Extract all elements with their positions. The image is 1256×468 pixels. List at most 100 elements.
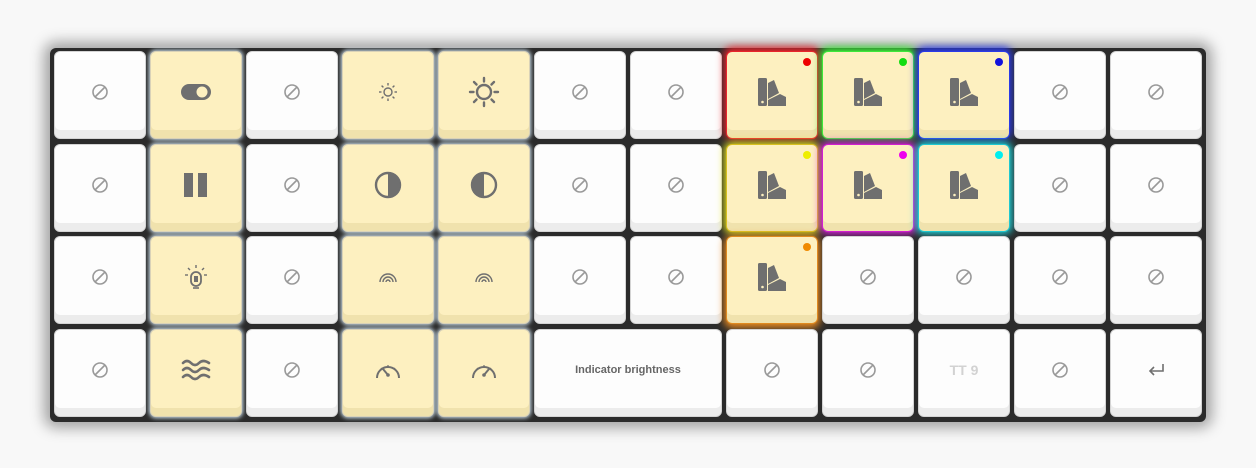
speedometer-icon [470, 360, 498, 386]
key-r1-c7[interactable] [726, 144, 818, 232]
no-action-icon [1147, 268, 1165, 292]
rainbow-icon [474, 271, 494, 289]
no-action-icon [91, 268, 109, 292]
no-action-icon [667, 268, 685, 292]
key-r2-c8[interactable] [822, 236, 914, 324]
key-r0-c4[interactable] [438, 51, 530, 139]
brightness-down-icon [378, 82, 398, 108]
no-action-icon [283, 176, 301, 200]
key-r3-c8[interactable] [822, 329, 914, 417]
no-action-icon [1147, 176, 1165, 200]
indicator-brightness-label: Indicator brightness [575, 364, 681, 376]
key-r2-c2[interactable] [246, 236, 338, 324]
color-swatch-icon [853, 77, 883, 113]
no-action-icon [1051, 361, 1069, 385]
color-indicator-dot [803, 151, 811, 159]
no-action-icon [571, 268, 589, 292]
key-r1-c0[interactable] [54, 144, 146, 232]
color-indicator-dot [803, 243, 811, 251]
light-bulb-icon [184, 264, 208, 296]
key-r1-c4[interactable] [438, 144, 530, 232]
key-r0-c2[interactable] [246, 51, 338, 139]
no-action-icon [667, 176, 685, 200]
key-r3-c2[interactable] [246, 329, 338, 417]
color-swatch-icon [757, 77, 787, 113]
color-swatch-icon [949, 77, 979, 113]
key-r1-c1[interactable] [150, 144, 242, 232]
color-indicator-dot [995, 151, 1003, 159]
key-r1-c8[interactable] [822, 144, 914, 232]
key-r0-c8[interactable] [822, 51, 914, 139]
keyboard-board: Indicator brightness TT 9 [50, 48, 1206, 422]
key-r2-c1[interactable] [150, 236, 242, 324]
key-r0-c10[interactable] [1014, 51, 1106, 139]
brightness-up-icon [468, 76, 500, 114]
key-r2-c4[interactable] [438, 236, 530, 324]
no-action-icon [1051, 176, 1069, 200]
key-r0-c1[interactable] [150, 51, 242, 139]
no-action-icon [955, 268, 973, 292]
speedometer-icon [374, 360, 402, 386]
key-r1-c5[interactable] [534, 144, 626, 232]
key-r0-c9[interactable] [918, 51, 1010, 139]
no-action-icon [283, 361, 301, 385]
no-action-icon [571, 83, 589, 107]
no-action-icon [667, 83, 685, 107]
key-r0-c3[interactable] [342, 51, 434, 139]
key-r0-c6[interactable] [630, 51, 722, 139]
key-r2-c5[interactable] [534, 236, 626, 324]
key-r0-c5[interactable] [534, 51, 626, 139]
no-action-icon [1147, 83, 1165, 107]
key-r0-c0[interactable] [54, 51, 146, 139]
key-r1-c10[interactable] [1014, 144, 1106, 232]
key-r2-c11[interactable] [1110, 236, 1202, 324]
key-r2-c9[interactable] [918, 236, 1010, 324]
key-r2-c3[interactable] [342, 236, 434, 324]
no-action-icon [859, 361, 877, 385]
key-r2-c0[interactable] [54, 236, 146, 324]
enter-key[interactable] [1110, 329, 1202, 417]
rainbow-icon [378, 271, 398, 289]
key-r3-c10[interactable] [1014, 329, 1106, 417]
key-r0-c11[interactable] [1110, 51, 1202, 139]
color-indicator-dot [899, 58, 907, 66]
toggle-icon [181, 83, 211, 107]
no-action-icon [763, 361, 781, 385]
no-action-icon [1051, 268, 1069, 292]
color-indicator-dot [899, 151, 907, 159]
no-action-icon [859, 268, 877, 292]
no-action-icon [91, 83, 109, 107]
key-r1-c9[interactable] [918, 144, 1010, 232]
key-r0-c7[interactable] [726, 51, 818, 139]
key-r2-c7[interactable] [726, 236, 818, 324]
key-r3-c4[interactable] [438, 329, 530, 417]
key-r1-c11[interactable] [1110, 144, 1202, 232]
wave-icon [181, 358, 211, 388]
key-r2-c6[interactable] [630, 236, 722, 324]
key-r3-c3[interactable] [342, 329, 434, 417]
tt-9-key[interactable]: TT 9 [918, 329, 1010, 417]
key-r3-c7[interactable] [726, 329, 818, 417]
color-swatch-icon [949, 170, 979, 206]
key-r1-c2[interactable] [246, 144, 338, 232]
no-action-icon [1051, 83, 1069, 107]
contrast-left-icon [374, 171, 402, 205]
no-action-icon [91, 176, 109, 200]
color-swatch-icon [853, 170, 883, 206]
no-action-icon [571, 176, 589, 200]
no-action-icon [91, 361, 109, 385]
key-r1-c3[interactable] [342, 144, 434, 232]
indicator-brightness-key[interactable]: Indicator brightness [534, 329, 722, 417]
key-r3-c1[interactable] [150, 329, 242, 417]
key-r3-c0[interactable] [54, 329, 146, 417]
return-icon [1147, 363, 1165, 383]
contrast-right-icon [470, 171, 498, 205]
color-indicator-dot [803, 58, 811, 66]
no-action-icon [283, 268, 301, 292]
color-swatch-icon [757, 262, 787, 298]
pause-icon [183, 172, 209, 204]
key-r1-c6[interactable] [630, 144, 722, 232]
no-action-icon [283, 83, 301, 107]
color-indicator-dot [995, 58, 1003, 66]
key-r2-c10[interactable] [1014, 236, 1106, 324]
